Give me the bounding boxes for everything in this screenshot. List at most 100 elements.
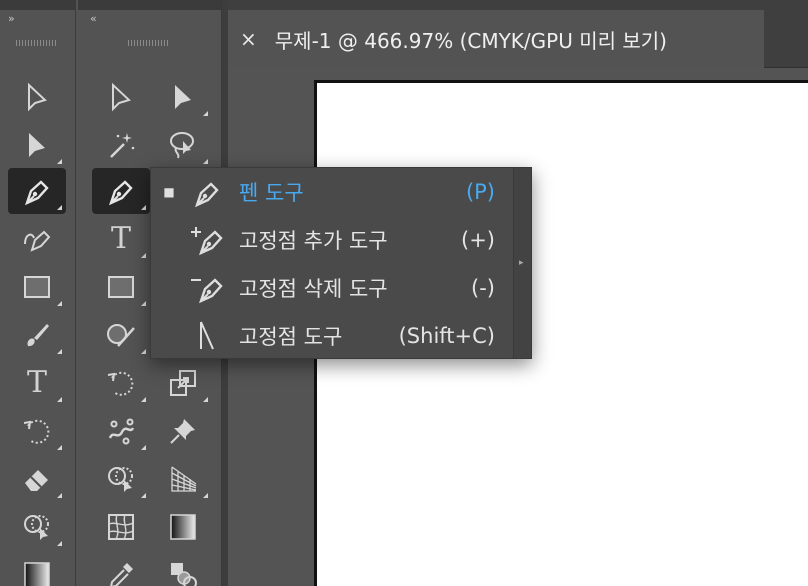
anchor-point-icon [200, 321, 214, 350]
menu-item-anchor-point-tool[interactable]: 고정점 도구 (Shift+C) [151, 312, 513, 360]
paintbrush-icon [27, 324, 49, 347]
document-tab[interactable]: × 무제-1 @ 466.97% (CMYK/GPU 미리 보기) [228, 10, 764, 68]
scale-icon [170, 370, 196, 396]
submenu-indicator [57, 205, 62, 210]
pen-icon [24, 180, 49, 206]
eraser-tool[interactable] [8, 456, 66, 502]
selected-indicator: ■ [163, 185, 175, 199]
menu-item-pen-tool[interactable]: ■ 펜 도구 (P) [151, 168, 513, 216]
shape-builder-tool[interactable] [8, 504, 66, 550]
type-icon: T [110, 221, 131, 256]
expand-panel-button[interactable]: » [8, 12, 15, 25]
add-anchor-point-icon [191, 227, 223, 256]
submenu-indicator [57, 493, 62, 498]
eyedropper-tool[interactable] [92, 552, 150, 586]
submenu-indicator [141, 349, 146, 354]
submenu-indicator [141, 253, 146, 258]
menu-item-shortcut: (P) [465, 180, 495, 204]
menu-item-add-anchor-point-tool[interactable]: 고정점 추가 도구 (+) [151, 216, 513, 264]
menu-item-label: 펜 도구 [239, 181, 304, 205]
tearoff-expander[interactable]: ▸ [513, 168, 531, 358]
chevron-right-icon: ▸ [519, 258, 524, 268]
submenu-indicator [57, 445, 62, 450]
pen-tool[interactable] [92, 168, 150, 214]
rotate-tool[interactable] [8, 408, 66, 454]
gradient-tool[interactable] [8, 552, 66, 586]
blend-icon [171, 563, 197, 586]
selection-tool[interactable] [8, 122, 66, 168]
curvature-tool[interactable] [8, 216, 66, 262]
puppet-warp-tool[interactable] [92, 408, 150, 454]
perspective-grid-icon [171, 466, 197, 492]
shaper-tool[interactable] [92, 312, 150, 358]
magic-wand-tool[interactable] [92, 122, 150, 168]
submenu-indicator [57, 159, 62, 164]
pen-icon [194, 182, 219, 208]
document-tab-bar: × 무제-1 @ 466.97% (CMYK/GPU 미리 보기) [228, 0, 808, 68]
rotate-icon [107, 371, 134, 396]
pen-tool-flyout-menu: ■ 펜 도구 (P) 고정점 추가 도구 (+) 고정점 삭제 도구 (-) 고… [150, 167, 532, 359]
eraser-icon [25, 470, 48, 491]
rotate-icon [23, 419, 50, 444]
submenu-indicator [203, 493, 208, 498]
menu-item-shortcut: (+) [461, 228, 495, 252]
submenu-indicator [57, 349, 62, 354]
magic-wand-icon [110, 133, 135, 158]
perspective-grid-tool[interactable] [154, 456, 212, 502]
gradient-icon [24, 562, 50, 586]
shape-builder-icon [24, 515, 49, 540]
panel-header [0, 0, 75, 10]
submenu-indicator [203, 397, 208, 402]
lasso-tool[interactable] [154, 122, 212, 168]
direct-selection-tool[interactable] [8, 74, 66, 120]
direct-selection-tool[interactable] [92, 74, 150, 120]
submenu-indicator [203, 111, 208, 116]
submenu-indicator [57, 301, 62, 306]
collapse-panel-button[interactable]: « [90, 12, 97, 25]
shaper-icon [107, 324, 135, 347]
delete-anchor-point-icon [191, 278, 223, 304]
pen-tool[interactable] [8, 168, 66, 214]
solid-arrow-icon [175, 85, 191, 109]
submenu-indicator [141, 301, 146, 306]
illustrator-window: » T « T × 무제-1 @ 466.97% (CMYK/GPU 미리 보기… [0, 0, 808, 586]
puppet-warp-icon [108, 418, 135, 445]
shape-builder-tool[interactable] [92, 456, 150, 502]
rectangle-tool[interactable] [92, 264, 150, 310]
menu-item-delete-anchor-point-tool[interactable]: 고정점 삭제 도구 (-) [151, 264, 513, 312]
submenu-indicator [141, 397, 146, 402]
blend-tool[interactable] [154, 552, 212, 586]
type-tool[interactable]: T [92, 216, 150, 262]
menu-item-shortcut: (Shift+C) [398, 324, 495, 348]
lasso-icon [170, 132, 194, 159]
selection-tool[interactable] [154, 74, 212, 120]
paintbrush-tool[interactable] [8, 312, 66, 358]
mesh-icon [108, 514, 134, 540]
rectangle-tool[interactable] [8, 264, 66, 310]
panel-grip[interactable] [16, 40, 56, 46]
document-title: 무제-1 @ 466.97% (CMYK/GPU 미리 보기) [274, 28, 667, 53]
submenu-indicator [57, 541, 62, 546]
type-icon: T [26, 365, 47, 400]
menu-item-label: 고정점 추가 도구 [239, 229, 388, 253]
panel-header [78, 0, 221, 10]
solid-arrow-icon [29, 133, 45, 157]
scale-tool[interactable] [154, 360, 212, 406]
pen-icon [108, 180, 133, 206]
tools-panel-narrow: » T [0, 0, 76, 586]
menu-item-label: 고정점 도구 [239, 325, 343, 349]
gradient-icon [170, 514, 196, 540]
mesh-tool[interactable] [92, 504, 150, 550]
submenu-indicator [57, 397, 62, 402]
submenu-indicator [141, 205, 146, 210]
hollow-arrow-icon [28, 82, 47, 112]
pin-tool[interactable] [154, 408, 212, 454]
submenu-indicator [141, 445, 146, 450]
menu-item-shortcut: (-) [471, 276, 495, 300]
rectangle-icon [108, 276, 134, 298]
type-tool[interactable]: T [8, 360, 66, 406]
panel-grip[interactable] [128, 40, 168, 46]
rotate-tool[interactable] [92, 360, 150, 406]
close-tab-button[interactable]: × [240, 27, 257, 51]
gradient-tool[interactable] [154, 504, 212, 550]
